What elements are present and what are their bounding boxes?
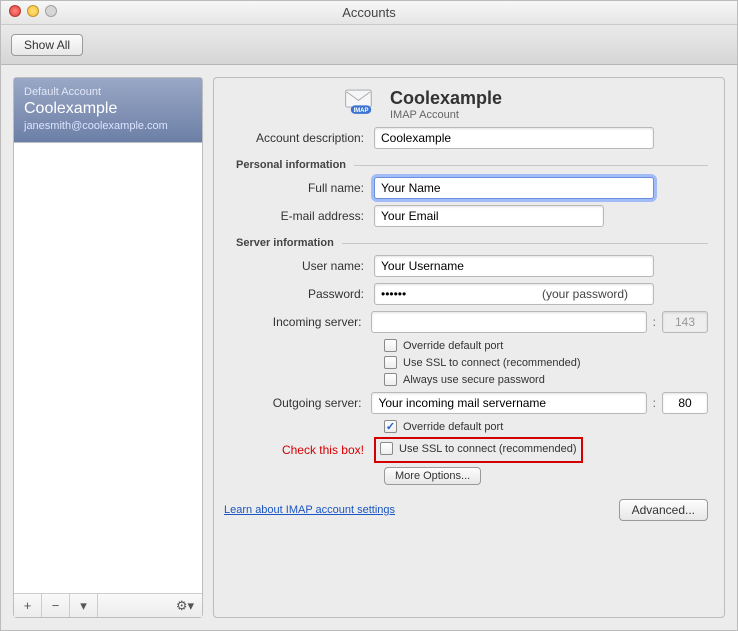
sidebar-footer: + − ▾ ⚙▾ [14,593,202,617]
toolbar: Show All [1,25,737,65]
outgoing-server-input[interactable] [371,392,646,414]
account-tile[interactable]: Default Account Coolexample janesmith@co… [14,78,202,143]
account-subtitle: IMAP Account [390,109,502,121]
override-outgoing-port-checkbox[interactable] [384,420,397,433]
window-controls [9,5,57,17]
minimize-icon[interactable] [27,5,39,17]
accounts-sidebar: Default Account Coolexample janesmith@co… [13,77,203,618]
label-fullname: Full name: [224,181,374,195]
remove-account-button[interactable]: − [42,594,70,617]
section-personal-label: Personal information [236,159,346,171]
account-dropdown-button[interactable]: ▾ [70,594,98,617]
email-input[interactable] [374,205,604,227]
port-separator-out: : [653,396,656,410]
account-header: IMAP Coolexample IMAP Account [344,88,708,121]
close-icon[interactable] [9,5,21,17]
account-detail-panel: IMAP Coolexample IMAP Account Account de… [213,77,725,618]
label-incoming: Incoming server: [224,315,371,329]
account-email: janesmith@coolexample.com [24,120,192,132]
titlebar: Accounts [1,1,737,25]
secure-password-label: Always use secure password [403,374,545,386]
override-incoming-port-checkbox[interactable] [384,339,397,352]
port-separator: : [653,315,656,329]
section-personal: Personal information [236,159,708,171]
section-server: Server information [236,237,708,249]
incoming-port-input [662,311,708,333]
section-server-label: Server information [236,237,334,249]
mail-imap-icon: IMAP [344,88,378,116]
override-outgoing-port-label: Override default port [403,421,503,433]
label-username: User name: [224,259,374,273]
advanced-button[interactable]: Advanced... [619,499,708,521]
ssl-outgoing-label: Use SSL to connect (recommended) [399,443,577,455]
gear-icon[interactable]: ⚙▾ [168,598,202,614]
outgoing-port-input[interactable] [662,392,708,414]
label-outgoing: Outgoing server: [224,396,371,410]
label-description: Account description: [224,131,374,145]
label-email: E-mail address: [224,209,374,223]
svg-text:IMAP: IMAP [354,108,369,114]
username-input[interactable] [374,255,654,277]
window-title: Accounts [1,5,737,20]
account-name: Coolexample [24,100,192,118]
incoming-server-input[interactable] [371,311,646,333]
default-account-label: Default Account [24,86,192,98]
ssl-incoming-checkbox[interactable] [384,356,397,369]
ssl-outgoing-highlight: Use SSL to connect (recommended) [374,437,583,463]
override-incoming-port-label: Override default port [403,340,503,352]
check-this-box-hint: Check this box! [224,443,374,457]
password-hint: (your password) [542,287,628,301]
learn-imap-link[interactable]: Learn about IMAP account settings [224,504,395,516]
accounts-window: Accounts Show All Default Account Coolex… [0,0,738,631]
fullname-input[interactable] [374,177,654,199]
ssl-outgoing-checkbox[interactable] [380,442,393,455]
more-options-button[interactable]: More Options... [384,467,481,485]
description-input[interactable] [374,127,654,149]
account-title: Coolexample [390,88,502,109]
secure-password-checkbox[interactable] [384,373,397,386]
add-account-button[interactable]: + [14,594,42,617]
zoom-icon[interactable] [45,5,57,17]
show-all-button[interactable]: Show All [11,34,83,56]
label-password: Password: [224,287,374,301]
ssl-incoming-label: Use SSL to connect (recommended) [403,357,581,369]
